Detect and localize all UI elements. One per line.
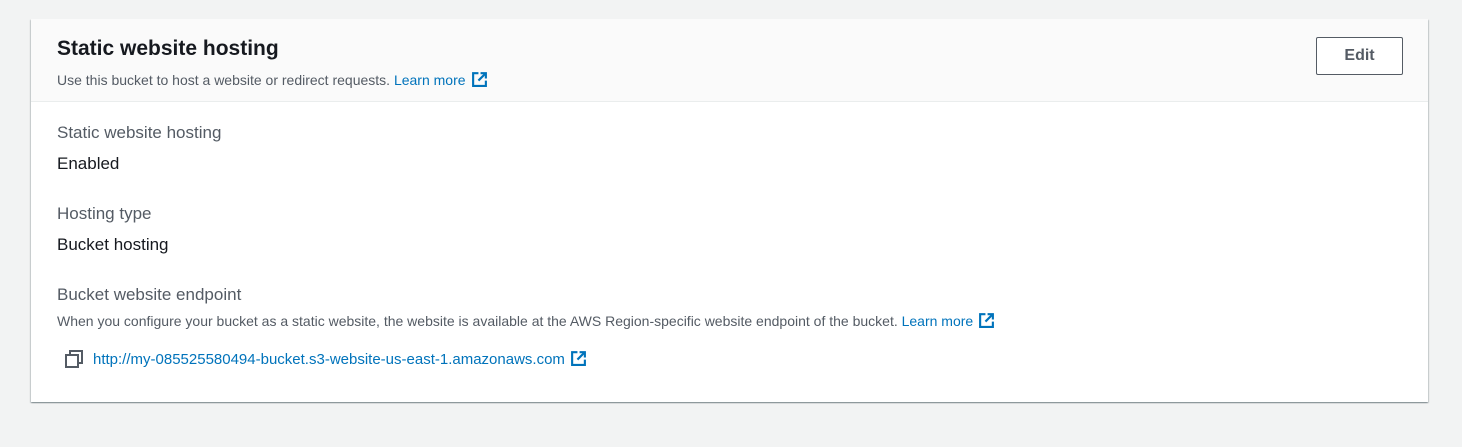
copy-icon[interactable]	[65, 350, 83, 368]
static-hosting-label: Static website hosting	[57, 123, 222, 142]
panel-description: Use this bucket to host a website or red…	[57, 71, 488, 89]
external-link-icon	[570, 351, 586, 366]
endpoint-description: When you configure your bucket as a stat…	[57, 312, 995, 330]
edit-button[interactable]: Edit	[1316, 37, 1403, 75]
endpoint-url: http://my-085525580494-bucket.s3-website…	[93, 351, 565, 368]
endpoint-label: Bucket website endpoint	[57, 285, 242, 304]
external-link-icon	[471, 72, 487, 87]
endpoint-row: http://my-085525580494-bucket.s3-website…	[65, 348, 587, 370]
hosting-type-value: Bucket hosting	[57, 235, 169, 254]
endpoint-description-text: When you configure your bucket as a stat…	[57, 313, 898, 329]
hosting-type-label: Hosting type	[57, 204, 152, 223]
endpoint-url-link[interactable]: http://my-085525580494-bucket.s3-website…	[93, 350, 587, 368]
panel-header: Static website hosting Use this bucket t…	[31, 19, 1428, 102]
learn-more-link[interactable]: Learn more	[394, 72, 488, 88]
learn-more-label: Learn more	[393, 72, 466, 88]
panel-title: Static website hosting	[57, 37, 279, 60]
static-hosting-value: Enabled	[57, 154, 120, 173]
endpoint-learn-more-label: Learn more	[901, 313, 974, 329]
static-website-hosting-panel: Static website hosting Use this bucket t…	[31, 19, 1428, 402]
external-link-icon	[979, 313, 995, 328]
endpoint-learn-more-link[interactable]: Learn more	[902, 313, 996, 329]
panel-description-text: Use this bucket to host a website or red…	[57, 72, 391, 88]
